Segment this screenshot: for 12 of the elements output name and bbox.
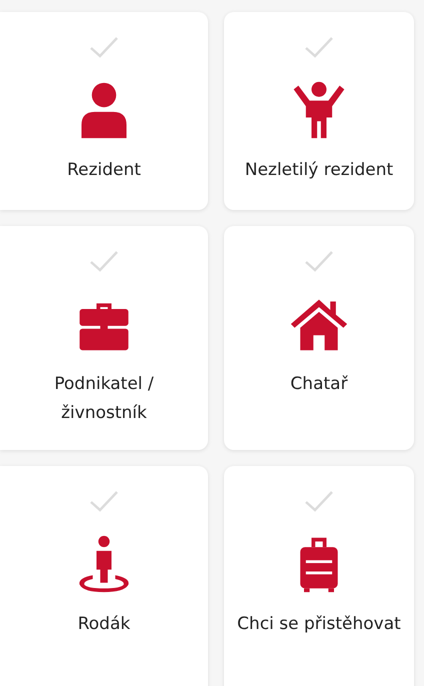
card-label: Podnikatel / živnostník [53, 373, 155, 425]
option-card[interactable]: Podnikatel / živnostník [0, 226, 208, 450]
option-card[interactable]: Rodák [0, 466, 208, 686]
card-label: Nezletilý rezident [244, 159, 394, 182]
option-card[interactable]: Nezletilý rezident [224, 12, 414, 210]
option-card[interactable]: Chatař [224, 226, 414, 450]
card-label: Chci se přistěhovat [237, 613, 401, 636]
card-label: Chatař [290, 373, 348, 396]
card-label: Rodák [78, 613, 130, 636]
option-card[interactable]: Rezident [0, 12, 208, 210]
card-label: Rezident [67, 159, 141, 182]
option-card[interactable]: Chci se přistěhovat [224, 466, 414, 686]
